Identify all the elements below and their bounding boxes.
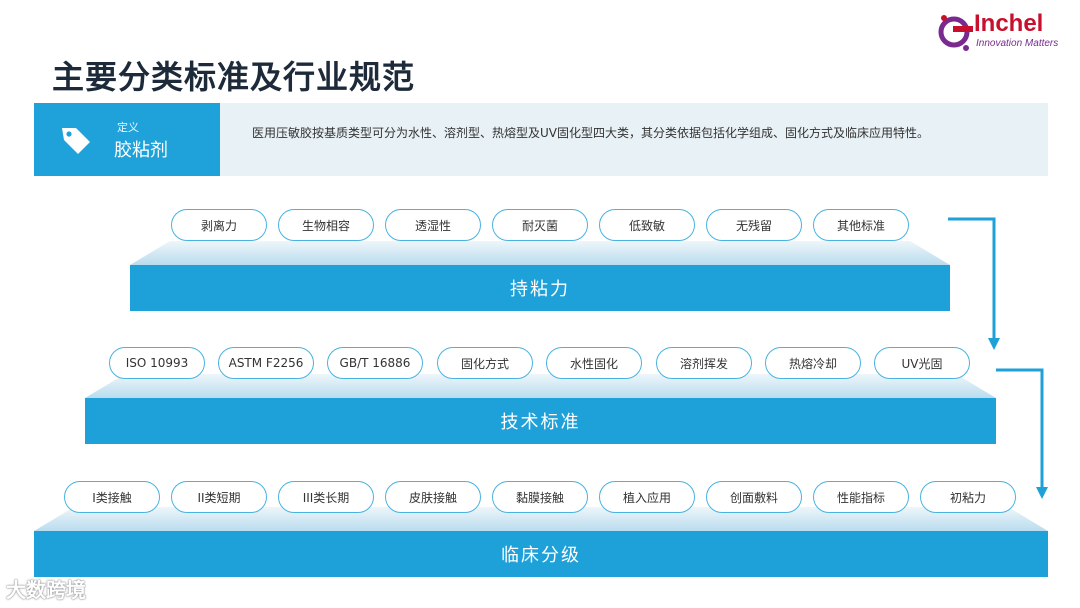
- pill-performance-index: 性能指标: [813, 481, 909, 513]
- tier-3-bar: 临床分级: [34, 531, 1048, 577]
- logo-name: Inchel: [974, 10, 1044, 37]
- pill-gbt-16886: GB/T 16886: [327, 347, 423, 379]
- pill-other-standards: 其他标准: [813, 209, 909, 241]
- pill-class-3-long-term: III类长期: [278, 481, 374, 513]
- definition-small-label: 定义: [117, 121, 139, 134]
- arrow-down-icon: [996, 368, 1048, 499]
- pill-peel-strength: 剥离力: [171, 209, 267, 241]
- pill-low-allergenic: 低致敏: [599, 209, 695, 241]
- definition-text: 医用压敏胶按基质类型可分为水性、溶剂型、热熔型及UV固化型四大类，其分类依据包括…: [252, 126, 929, 140]
- pill-class-1-contact: I类接触: [64, 481, 160, 513]
- pill-water-curing: 水性固化: [546, 347, 642, 379]
- watermark: 大数跨境: [6, 578, 86, 602]
- pill-skin-contact: 皮肤接触: [385, 481, 481, 513]
- tag-icon: [62, 128, 90, 154]
- pill-moisture-permeability: 透湿性: [385, 209, 481, 241]
- tier-1-bar: 持粘力: [130, 265, 950, 311]
- tier-1-platform-top: [130, 241, 950, 265]
- pill-mucosa-contact: 黏膜接触: [492, 481, 588, 513]
- pill-astm-f2256: ASTM F2256: [218, 347, 314, 379]
- pill-iso-10993: ISO 10993: [109, 347, 205, 379]
- arrow-down-icon: [948, 217, 1000, 350]
- pill-curing-method: 固化方式: [437, 347, 533, 379]
- pill-no-residue: 无残留: [706, 209, 802, 241]
- pill-hotmelt-cooling: 热熔冷却: [765, 347, 861, 379]
- pill-sterilization-resistance: 耐灭菌: [492, 209, 588, 241]
- tier-2-platform-top: [85, 374, 996, 398]
- pill-solvent-evaporation: 溶剂挥发: [656, 347, 752, 379]
- logo-tagline: Innovation Matters: [976, 38, 1059, 49]
- tier-2-bar: 技术标准: [85, 398, 996, 444]
- pill-biocompatibility: 生物相容: [278, 209, 374, 241]
- pill-class-2-short-term: II类短期: [171, 481, 267, 513]
- page-title: 主要分类标准及行业规范: [52, 58, 416, 96]
- definition-term: 胶粘剂: [114, 140, 168, 161]
- pill-implant-application: 植入应用: [599, 481, 695, 513]
- pill-wound-dressing: 创面敷料: [706, 481, 802, 513]
